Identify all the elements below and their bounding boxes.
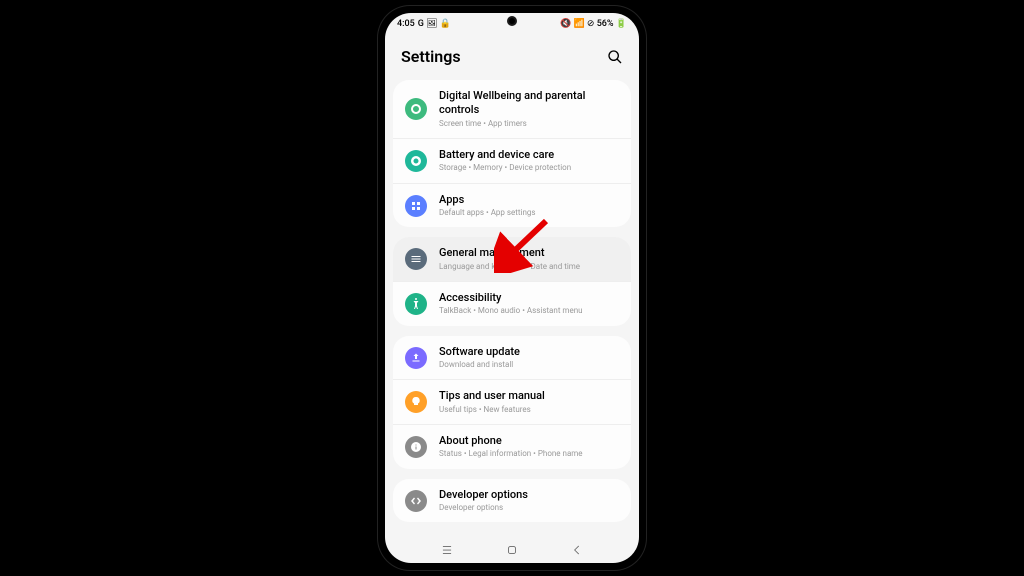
settings-item-tips[interactable]: Tips and user manual Useful tips • New fe… [393,379,631,424]
item-title: Tips and user manual [439,389,619,403]
item-subtitle: Language and keyboard • Date and time [439,262,619,272]
settings-item-wellbeing[interactable]: Digital Wellbeing and parental controlsS… [393,80,631,138]
search-icon[interactable] [607,49,623,65]
item-subtitle: Storage • Memory • Device protection [439,163,619,173]
item-title: General management [439,246,619,260]
item-subtitle: Default apps • App settings [439,208,619,218]
settings-group: General management Language and keyboard … [393,237,631,325]
item-title: Battery and device care [439,148,619,162]
settings-item-dev[interactable]: Developer optionsDeveloper options [393,479,631,523]
apps-icon [405,195,427,217]
home-button[interactable] [505,543,519,557]
phone-frame: 4:05 G 🖼 🔒 🔇 📶 ⊘ 56% 🔋 Settings Digital … [378,6,646,570]
dev-icon [405,490,427,512]
settings-item-general[interactable]: General management Language and keyboard … [393,237,631,281]
item-subtitle: Download and install [439,360,619,370]
care-icon [405,150,427,172]
general-icon [405,248,427,270]
page-title: Settings [401,47,461,66]
item-subtitle: TalkBack • Mono audio • Assistant menu [439,306,619,316]
about-icon [405,436,427,458]
settings-group: Digital Wellbeing and parental controlsS… [393,80,631,227]
settings-group: Developer optionsDeveloper options [393,479,631,523]
item-title: Digital Wellbeing and parental controls [439,89,619,118]
settings-item-care[interactable]: Battery and device careStorage • Memory … [393,138,631,183]
item-subtitle: Useful tips • New features [439,405,619,415]
settings-item-apps[interactable]: AppsDefault apps • App settings [393,183,631,228]
settings-list: Digital Wellbeing and parental controlsS… [385,80,639,537]
item-title: Developer options [439,488,619,502]
update-icon [405,347,427,369]
settings-group: Software updateDownload and installTips … [393,336,631,469]
navigation-bar [385,537,639,563]
status-left-icons: G 🖼 🔒 [418,19,451,29]
item-title: Accessibility [439,291,619,305]
status-right-icons: 🔇 📶 ⊘ 56% 🔋 [560,19,627,29]
tips-icon [405,391,427,413]
item-title: About phone [439,434,619,448]
front-camera [507,16,517,26]
item-subtitle: Developer options [439,503,619,513]
header: Settings [385,35,639,80]
recents-button[interactable] [440,543,454,557]
item-title: Software update [439,345,619,359]
wellbeing-icon [405,98,427,120]
accessibility-icon [405,293,427,315]
status-time: 4:05 [397,19,415,29]
settings-item-about[interactable]: About phoneStatus • Legal information • … [393,424,631,469]
item-title: Apps [439,193,619,207]
item-subtitle: Status • Legal information • Phone name [439,449,619,459]
item-subtitle: Screen time • App timers [439,119,619,129]
settings-item-accessibility[interactable]: AccessibilityTalkBack • Mono audio • Ass… [393,281,631,326]
settings-item-update[interactable]: Software updateDownload and install [393,336,631,380]
screen: 4:05 G 🖼 🔒 🔇 📶 ⊘ 56% 🔋 Settings Digital … [385,13,639,563]
back-button[interactable] [570,543,584,557]
